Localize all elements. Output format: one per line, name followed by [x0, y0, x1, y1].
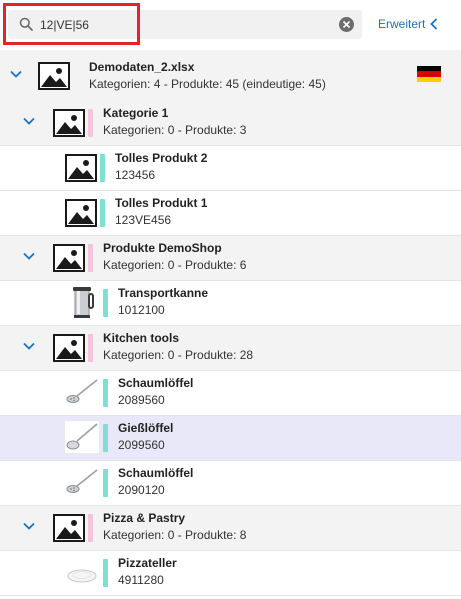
product-row[interactable]: Pizzateller 4911280 — [0, 550, 461, 595]
product-row[interactable]: Schaumlöffel 2089560 — [0, 370, 461, 415]
product-title: Schaumlöffel — [118, 376, 194, 390]
product-stripe — [100, 154, 105, 182]
skimmer-ladle-thumbnail — [65, 466, 99, 498]
product-title: Gießlöffel — [118, 421, 174, 435]
image-placeholder-icon — [65, 154, 97, 182]
product-stripe — [103, 559, 108, 587]
search-toolbar: Erweitert — [0, 0, 461, 50]
product-stripe — [103, 379, 108, 407]
category-stripe — [88, 244, 93, 272]
product-code: 1012100 — [118, 303, 165, 317]
row-divider — [0, 460, 461, 461]
product-row[interactable]: Tolles Produkt 2 123456 — [0, 145, 461, 190]
chevron-down-icon[interactable] — [23, 252, 35, 260]
category-subtitle: Kategorien: 0 - Produkte: 3 — [103, 123, 247, 137]
chevron-down-icon[interactable] — [23, 522, 35, 530]
category-title: Pizza & Pastry — [103, 511, 186, 525]
transport-jug-thumbnail — [65, 284, 99, 320]
product-code: 2090120 — [118, 483, 165, 497]
row-divider — [0, 595, 461, 596]
product-row[interactable]: Schaumlöffel 2090120 — [0, 460, 461, 505]
product-stripe — [100, 199, 105, 227]
clear-icon — [342, 20, 351, 29]
search-input[interactable] — [40, 14, 320, 35]
category-stripe — [88, 334, 93, 362]
category-title: Kitchen tools — [103, 331, 180, 345]
skimmer-ladle-thumbnail — [65, 376, 99, 408]
pouring-ladle-thumbnail — [65, 421, 99, 453]
product-code: 2099560 — [118, 438, 165, 452]
category-row[interactable]: Pizza & Pastry Kategorien: 0 - Produkte:… — [0, 505, 461, 550]
row-divider — [0, 235, 461, 236]
product-stripe — [103, 424, 108, 452]
chevron-left-icon[interactable] — [429, 17, 439, 31]
category-stripe — [88, 109, 93, 137]
chevron-down-icon[interactable] — [23, 117, 35, 125]
search-box[interactable] — [8, 10, 362, 39]
product-row-selected[interactable]: Gießlöffel 2099560 — [0, 415, 461, 460]
category-row[interactable]: Produkte DemoShop Kategorien: 0 - Produk… — [0, 235, 461, 280]
row-divider — [0, 505, 461, 506]
product-title: Schaumlöffel — [118, 466, 194, 480]
category-title: Produkte DemoShop — [103, 241, 222, 255]
category-row[interactable]: Kategorie 1 Kategorien: 0 - Produkte: 3 — [0, 100, 461, 145]
product-code: 123456 — [115, 168, 156, 182]
product-row[interactable]: Transportkanne 1012100 — [0, 280, 461, 325]
product-code: 2089560 — [118, 393, 165, 407]
product-title: Tolles Produkt 2 — [115, 151, 208, 165]
category-subtitle: Kategorien: 0 - Produkte: 28 — [103, 348, 254, 362]
category-title: Kategorie 1 — [103, 106, 169, 120]
product-stripe — [103, 289, 108, 317]
category-subtitle: Kategorien: 0 - Produkte: 6 — [103, 258, 247, 272]
root-title: Demodaten_2.xlsx — [89, 60, 195, 74]
row-divider — [0, 415, 461, 416]
category-row[interactable]: Kitchen tools Kategorien: 0 - Produkte: … — [0, 325, 461, 370]
chevron-down-icon[interactable] — [10, 70, 22, 78]
product-code: 4911280 — [118, 573, 164, 587]
image-placeholder-icon — [65, 199, 97, 227]
image-placeholder-icon — [38, 62, 70, 90]
image-placeholder-icon — [53, 334, 85, 362]
row-divider — [0, 190, 461, 191]
product-row[interactable]: Tolles Produkt 1 123VE456 — [0, 190, 461, 235]
row-divider — [0, 325, 461, 326]
chevron-down-icon[interactable] — [23, 342, 35, 350]
product-stripe — [103, 469, 108, 497]
german-flag-icon[interactable] — [417, 66, 441, 82]
image-placeholder-icon — [53, 514, 85, 542]
tree-root-row[interactable]: Demodaten_2.xlsx Kategorien: 4 - Produkt… — [0, 50, 461, 100]
row-divider — [0, 370, 461, 371]
clear-search-button[interactable] — [339, 17, 354, 32]
row-divider — [0, 550, 461, 551]
advanced-search-link[interactable]: Erweitert — [378, 17, 425, 31]
product-title: Tolles Produkt 1 — [115, 196, 208, 210]
product-code: 123VE456 — [115, 213, 172, 227]
product-title: Transportkanne — [118, 286, 209, 300]
row-divider — [0, 145, 461, 146]
root-subtitle: Kategorien: 4 - Produkte: 45 (eindeutige… — [89, 77, 326, 91]
category-subtitle: Kategorien: 0 - Produkte: 8 — [103, 528, 247, 542]
image-placeholder-icon — [53, 244, 85, 272]
pizza-plate-thumbnail — [65, 556, 99, 588]
product-title: Pizzateller — [118, 556, 177, 570]
image-placeholder-icon — [53, 109, 85, 137]
category-stripe — [88, 514, 93, 542]
row-divider — [0, 280, 461, 281]
search-icon — [19, 17, 33, 31]
